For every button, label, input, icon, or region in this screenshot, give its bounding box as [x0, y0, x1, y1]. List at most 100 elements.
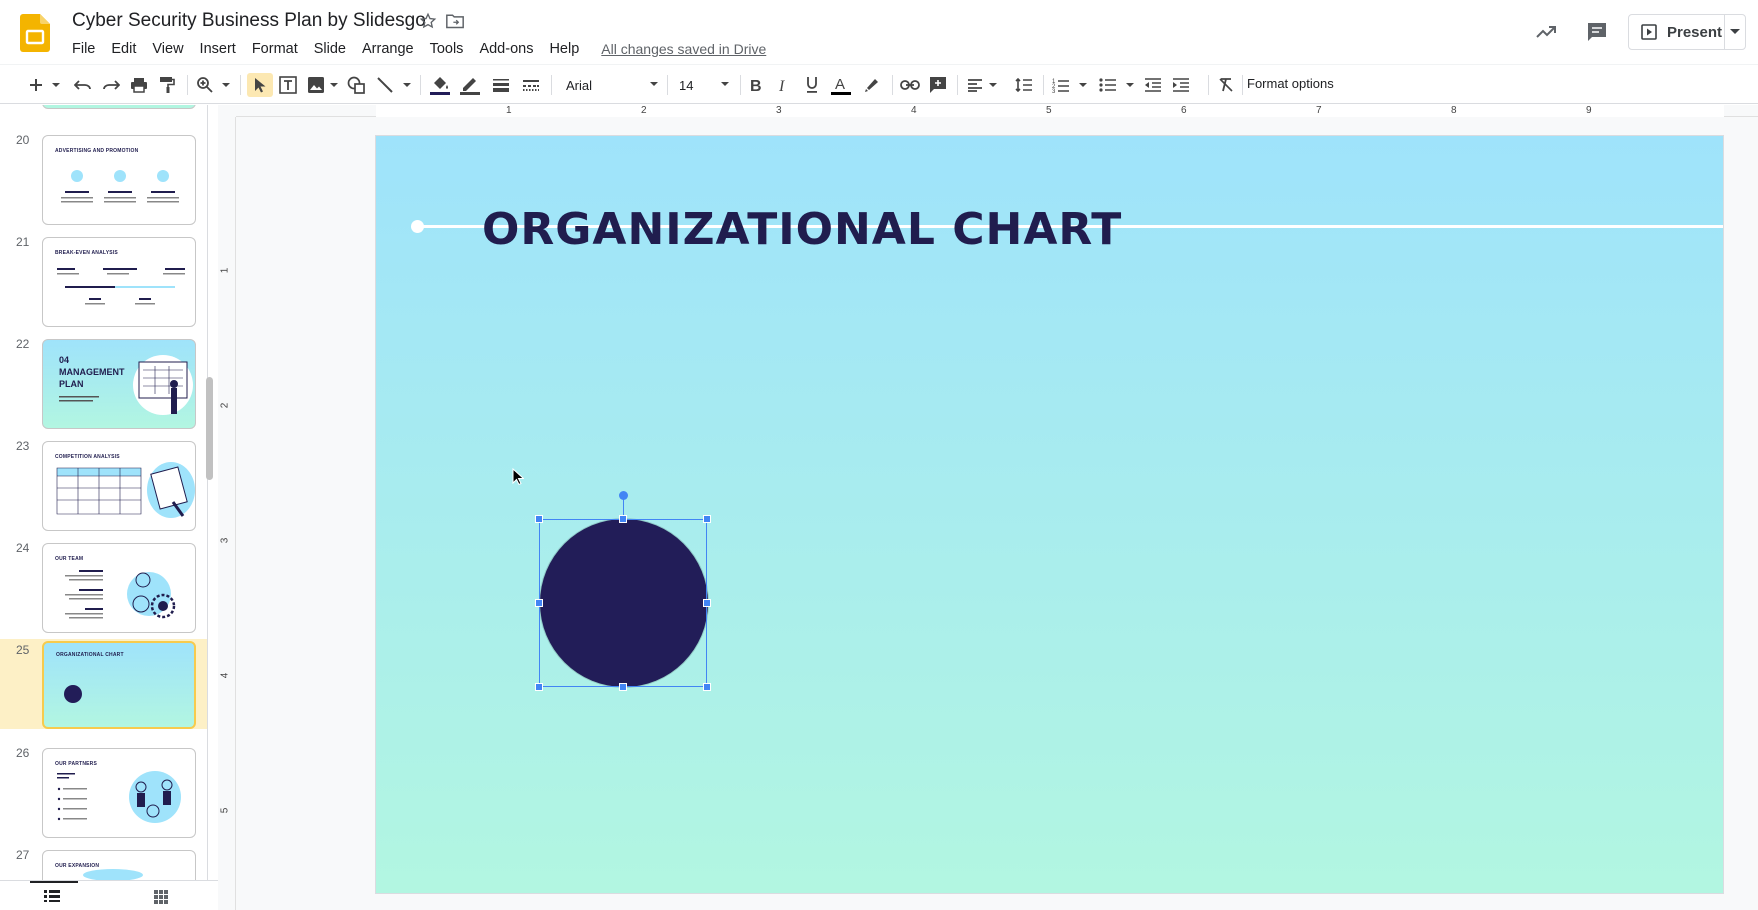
resize-handle-left[interactable]: [535, 599, 543, 607]
bold-button[interactable]: B: [745, 73, 767, 97]
menu-file[interactable]: File: [64, 39, 103, 59]
star-icon[interactable]: [419, 12, 437, 30]
redo-button[interactable]: [99, 73, 123, 97]
resize-handle-top[interactable]: [619, 515, 627, 523]
menu-arrange[interactable]: Arrange: [354, 39, 422, 59]
resize-handle-top-right[interactable]: [703, 515, 711, 523]
insert-link-button[interactable]: [898, 73, 922, 97]
slide-thumbnail-19[interactable]: [0, 105, 207, 115]
thumbnail-preview: ADVERTISING AND PROMOTION: [42, 135, 196, 225]
menu-edit[interactable]: Edit: [103, 39, 144, 59]
horizontal-ruler[interactable]: 1 2 3 4 5 6 7 8 9: [236, 105, 1758, 117]
print-button[interactable]: [127, 73, 151, 97]
text-color-button[interactable]: A: [829, 73, 853, 97]
slides-app: Cyber Security Business Plan by Slidesgo…: [0, 0, 1758, 910]
italic-button[interactable]: I: [773, 73, 795, 97]
border-dash-button[interactable]: [519, 73, 543, 97]
font-family-value: Arial: [566, 77, 593, 93]
format-options-button[interactable]: Format options: [1247, 76, 1334, 91]
menu-addons[interactable]: Add-ons: [471, 39, 541, 59]
decrease-indent-button[interactable]: [1141, 73, 1165, 97]
rotate-handle[interactable]: [619, 491, 628, 500]
slide-title[interactable]: ORGANIZATIONAL CHART: [482, 204, 1122, 255]
insert-image-dropdown[interactable]: [328, 73, 340, 97]
resize-handle-bottom-left[interactable]: [535, 683, 543, 691]
move-to-folder-icon[interactable]: [445, 12, 465, 30]
slide-thumbnail-20[interactable]: 20 ADVERTISING AND PROMOTION: [0, 129, 207, 231]
shape-button[interactable]: [344, 73, 368, 97]
menu-format[interactable]: Format: [244, 39, 306, 59]
filmstrip-view-icon[interactable]: [44, 890, 60, 902]
numbered-list-dropdown[interactable]: [1077, 73, 1089, 97]
menu-view[interactable]: View: [144, 39, 191, 59]
line-dropdown[interactable]: [401, 73, 413, 97]
slide-thumbnail-24[interactable]: 24 OUR TEAM: [0, 537, 207, 639]
slide-thumbnail-23[interactable]: 23 COMPETITION ANALYSIS: [0, 435, 207, 537]
increase-indent-icon: [1173, 78, 1189, 92]
slide-thumbnail-26[interactable]: 26 OUR PARTNERS: [0, 742, 207, 844]
text-box-icon: [279, 76, 297, 94]
present-button[interactable]: Present: [1628, 14, 1746, 50]
save-status-link[interactable]: All changes saved in Drive: [601, 41, 766, 57]
select-tool-button[interactable]: [247, 73, 273, 97]
resize-handle-top-left[interactable]: [535, 515, 543, 523]
bulleted-list-button[interactable]: [1096, 73, 1120, 97]
bulleted-list-dropdown[interactable]: [1124, 73, 1136, 97]
present-main-button[interactable]: Present: [1629, 15, 1726, 49]
align-dropdown[interactable]: [987, 73, 999, 97]
menu-help[interactable]: Help: [541, 39, 587, 59]
paint-format-button[interactable]: [155, 73, 179, 97]
present-icon: [1641, 24, 1657, 40]
current-slide[interactable]: ORGANIZATIONAL CHART: [375, 135, 1724, 894]
resize-handle-bottom-right[interactable]: [703, 683, 711, 691]
line-spacing-button[interactable]: [1012, 73, 1036, 97]
fill-color-button[interactable]: [428, 73, 452, 97]
image-icon: [308, 77, 324, 93]
highlight-color-button[interactable]: [860, 73, 884, 97]
slide-thumbnail-25[interactable]: 25 ORGANIZATIONAL CHART: [0, 639, 207, 729]
document-title[interactable]: Cyber Security Business Plan by Slidesgo: [72, 10, 426, 32]
slide-thumbnail-27[interactable]: 27 OUR EXPANSION: [0, 844, 207, 880]
align-button[interactable]: [963, 73, 987, 97]
mouse-cursor-icon: [512, 468, 524, 486]
menu-tools[interactable]: Tools: [422, 39, 472, 59]
increase-indent-button[interactable]: [1169, 73, 1193, 97]
new-slide-button[interactable]: [24, 73, 48, 97]
slide-thumbnail-21[interactable]: 21 BREAK-EVEN ANALYSIS: [0, 231, 207, 333]
border-color-button[interactable]: [458, 73, 482, 97]
font-size-select[interactable]: 14: [675, 74, 733, 96]
underline-button[interactable]: [801, 73, 823, 97]
new-slide-layout-button[interactable]: [50, 73, 62, 97]
line-button[interactable]: [373, 73, 397, 97]
slide-thumbnail-22[interactable]: 22 04 MANAGEMENT PLAN: [0, 333, 207, 435]
bulleted-list-icon: [1099, 78, 1116, 92]
resize-handle-bottom[interactable]: [619, 683, 627, 691]
slide-filmstrip[interactable]: 20 ADVERTISING AND PROMOTION 21 BREAK-EV…: [0, 105, 208, 880]
text-box-button[interactable]: [276, 73, 300, 97]
menu-insert[interactable]: Insert: [192, 39, 244, 59]
grid-view-icon[interactable]: [154, 890, 168, 904]
insert-image-button[interactable]: [304, 73, 328, 97]
slides-logo-icon[interactable]: [20, 14, 50, 52]
font-family-select[interactable]: Arial: [562, 74, 662, 96]
thumbnail-preview: BREAK-EVEN ANALYSIS: [42, 237, 196, 327]
undo-button[interactable]: [71, 73, 95, 97]
border-weight-button[interactable]: [489, 73, 513, 97]
chevron-down-icon: [222, 82, 230, 87]
clear-formatting-icon: [1219, 78, 1233, 92]
comment-icon[interactable]: [1585, 20, 1609, 44]
numbered-list-button[interactable]: 123: [1049, 73, 1073, 97]
zoom-button[interactable]: [193, 73, 217, 97]
present-options-button[interactable]: [1725, 29, 1745, 35]
menu-slide[interactable]: Slide: [306, 39, 354, 59]
clear-formatting-button[interactable]: [1214, 73, 1238, 97]
zoom-dropdown[interactable]: [220, 73, 232, 97]
activity-dashboard-icon[interactable]: [1534, 20, 1558, 44]
filmstrip-scrollbar[interactable]: [206, 377, 213, 480]
vertical-ruler[interactable]: 1 2 3 4 5: [218, 117, 236, 910]
resize-handle-right[interactable]: [703, 599, 711, 607]
insert-comment-button[interactable]: [926, 73, 950, 97]
chevron-down-icon: [330, 82, 338, 87]
chevron-down-icon: [721, 82, 729, 86]
selection-box[interactable]: [539, 519, 707, 687]
